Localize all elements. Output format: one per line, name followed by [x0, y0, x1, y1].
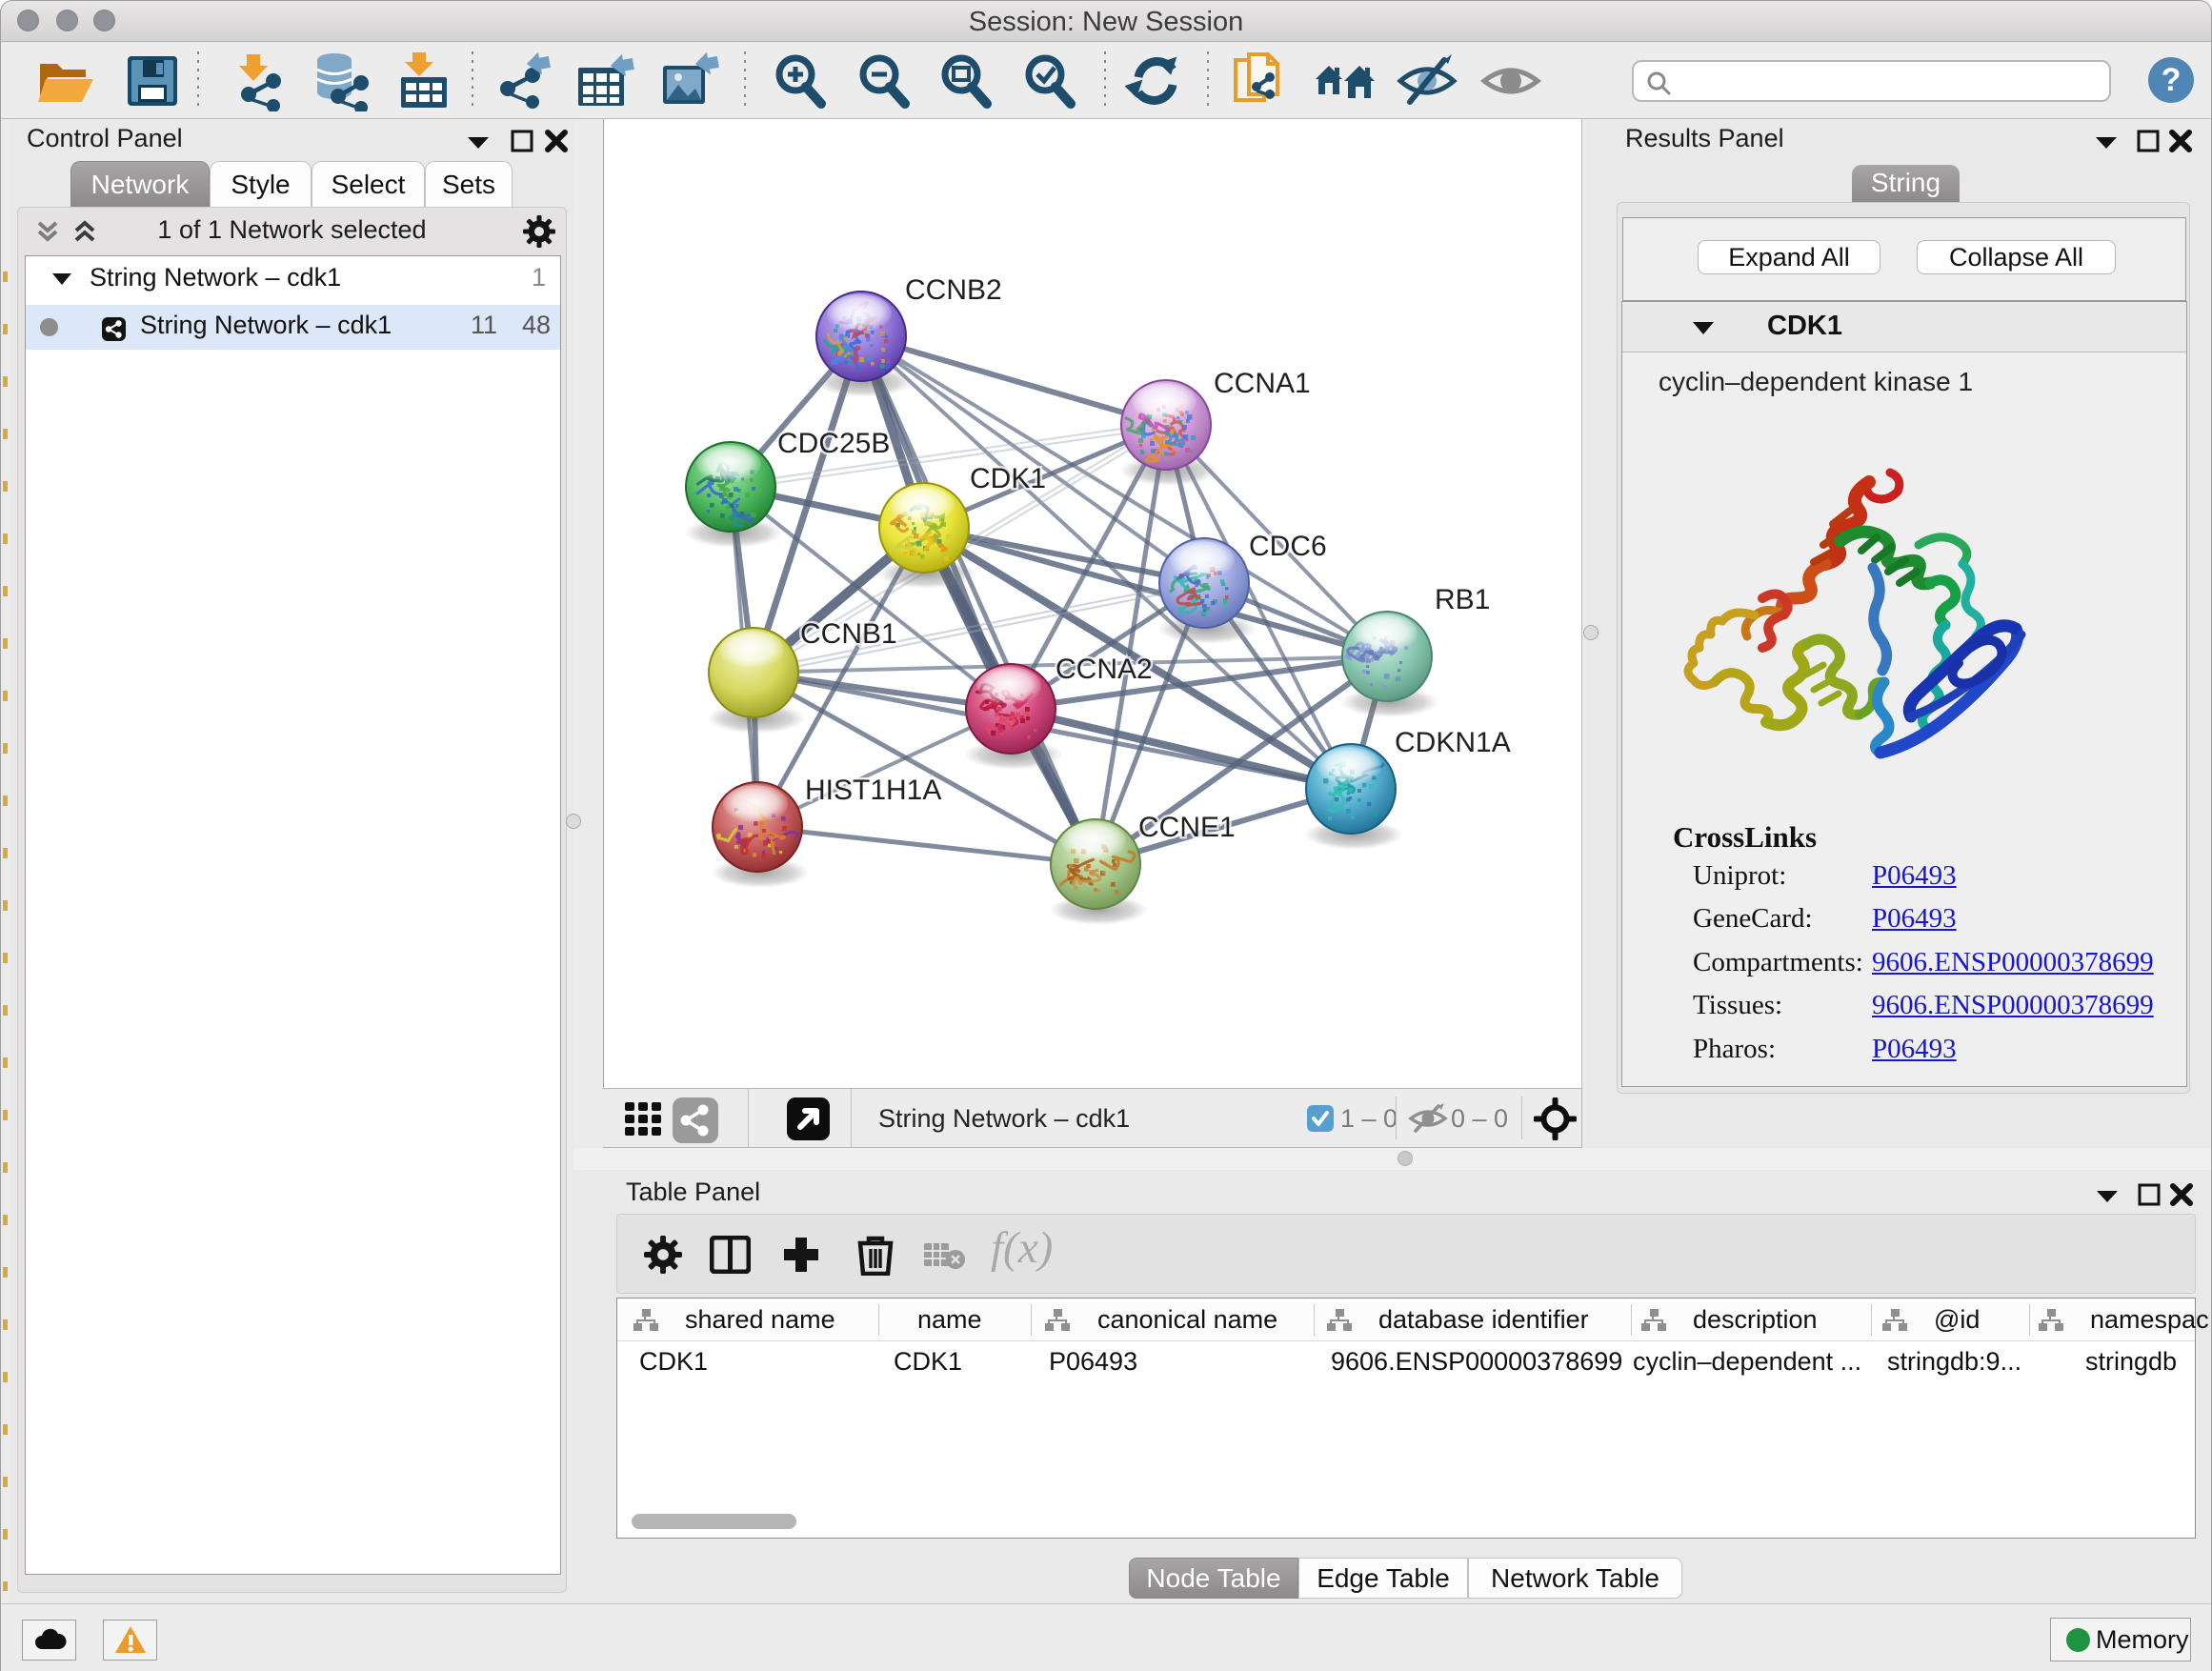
- svg-text:CDKN1A: CDKN1A: [1395, 727, 1511, 758]
- svg-text:RB1: RB1: [1435, 584, 1490, 615]
- svg-text:CDC6: CDC6: [1249, 531, 1327, 562]
- svg-text:CCNA1: CCNA1: [1214, 368, 1311, 399]
- svg-text:CCNB1: CCNB1: [800, 618, 897, 650]
- svg-text:CDC25B: CDC25B: [777, 428, 890, 459]
- svg-text:CCNA2: CCNA2: [1056, 654, 1153, 685]
- svg-text:CCNB2: CCNB2: [905, 274, 1002, 306]
- svg-text:HIST1H1A: HIST1H1A: [805, 775, 941, 806]
- svg-text:CCNE1: CCNE1: [1138, 812, 1236, 843]
- svg-text:CDK1: CDK1: [970, 463, 1046, 494]
